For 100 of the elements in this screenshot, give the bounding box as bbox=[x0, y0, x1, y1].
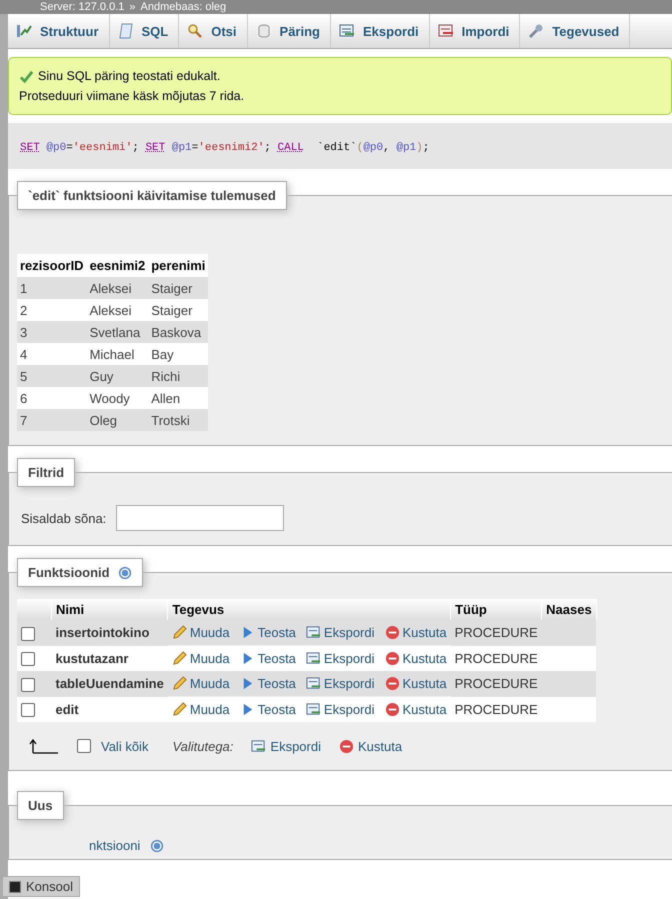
bulk-action-button[interactable]: Kustuta bbox=[338, 738, 402, 754]
action-link[interactable]: Kustuta bbox=[384, 650, 447, 666]
row-checkbox[interactable] bbox=[21, 626, 35, 641]
help-icon[interactable] bbox=[150, 838, 164, 853]
import-icon bbox=[438, 23, 454, 39]
action-link[interactable]: Teosta bbox=[240, 702, 296, 717]
table-cell: 4 bbox=[17, 343, 87, 365]
tab[interactable]: Päring bbox=[248, 14, 331, 48]
action-link[interactable]: Kustuta bbox=[384, 676, 447, 692]
table-cell: 1 bbox=[17, 277, 87, 299]
action-link[interactable]: Ekspordi bbox=[306, 625, 374, 640]
table-cell: PROCEDURE bbox=[450, 671, 542, 697]
action-link[interactable]: Muuda bbox=[172, 702, 230, 717]
table-cell: PROCEDURE bbox=[450, 696, 542, 722]
export-icon bbox=[306, 702, 321, 717]
tab[interactable]: Otsi bbox=[179, 14, 248, 48]
select-all-link[interactable]: Vali kõik bbox=[101, 738, 148, 754]
delete-icon bbox=[384, 702, 400, 717]
bulk-action-button[interactable]: Ekspordi bbox=[251, 738, 321, 754]
tab[interactable]: Ekspordi bbox=[331, 14, 430, 48]
delete-icon bbox=[384, 625, 400, 640]
checkmark-icon bbox=[19, 68, 34, 84]
action-link[interactable]: Teosta bbox=[240, 650, 296, 666]
panel-legend: `edit` funktsiooni käivitamise tulemused bbox=[17, 181, 287, 210]
function-name: kustutazanr bbox=[52, 646, 168, 672]
tab[interactable]: Struktuur bbox=[8, 14, 110, 48]
table-cell: Guy bbox=[86, 365, 148, 387]
database-link[interactable]: Andmebaas: oleg bbox=[140, 0, 226, 14]
function-name: tableUuendamine bbox=[52, 671, 168, 697]
table-cell: Baskova bbox=[148, 321, 208, 343]
structure-icon bbox=[16, 23, 32, 39]
table-cell: 3 bbox=[17, 321, 87, 343]
table-cell: 6 bbox=[17, 387, 87, 409]
panel-legend: Uus bbox=[17, 791, 64, 820]
table-cell: Bay bbox=[148, 343, 208, 365]
export-icon bbox=[306, 625, 321, 640]
table-cell: Allen bbox=[148, 387, 208, 409]
export-icon bbox=[306, 650, 321, 666]
column-header: eesnimi2 bbox=[86, 254, 148, 277]
server-link[interactable]: Server: 127.0.0.1 bbox=[40, 0, 124, 14]
action-link[interactable]: Muuda bbox=[172, 650, 230, 666]
help-icon[interactable] bbox=[118, 566, 132, 580]
table-cell: Richi bbox=[148, 365, 208, 387]
table-cell: Oleg bbox=[86, 409, 148, 431]
action-link[interactable]: Kustuta bbox=[384, 625, 447, 640]
table-cell: 5 bbox=[17, 365, 87, 387]
with-selected-label: Valitutega: bbox=[172, 738, 234, 754]
add-function-link[interactable]: nktsiooni bbox=[89, 838, 140, 854]
table-cell: PROCEDURE bbox=[450, 620, 542, 646]
tab[interactable]: SQL bbox=[110, 14, 180, 48]
tab[interactable]: Tegevused bbox=[520, 14, 630, 48]
column-header: Tüüp bbox=[450, 599, 542, 620]
action-link[interactable]: Ekspordi bbox=[306, 702, 374, 717]
action-link[interactable]: Muuda bbox=[172, 625, 230, 640]
function-name: insertointokino bbox=[52, 620, 168, 646]
success-text: Sinu SQL päring teostati edukalt. bbox=[38, 68, 220, 85]
select-all-checkbox[interactable] bbox=[77, 739, 91, 754]
action-link[interactable]: Ekspordi bbox=[306, 650, 374, 666]
table-cell: Aleksei bbox=[86, 299, 148, 321]
search-icon bbox=[187, 23, 204, 39]
action-link[interactable]: Teosta bbox=[240, 625, 296, 640]
column-header: Nimi bbox=[52, 599, 168, 620]
panel-legend: Filtrid bbox=[17, 458, 76, 487]
function-name: edit bbox=[52, 696, 168, 722]
legend-text: Funktsioonid bbox=[28, 565, 110, 580]
table-cell: PROCEDURE bbox=[450, 646, 542, 672]
column-header: rezisoorID bbox=[17, 254, 87, 277]
row-checkbox[interactable] bbox=[21, 652, 35, 666]
filter-label: Sisaldab sõna: bbox=[21, 510, 106, 526]
delete-icon bbox=[338, 738, 354, 754]
export-icon bbox=[251, 738, 266, 754]
pencil-icon bbox=[172, 650, 187, 666]
export-icon bbox=[306, 676, 321, 692]
pencil-icon bbox=[172, 702, 187, 717]
table-cell: Staiger bbox=[148, 299, 208, 321]
console-icon bbox=[9, 880, 21, 892]
column-header: Tegevus bbox=[168, 599, 451, 620]
action-link[interactable]: Kustuta bbox=[384, 702, 447, 717]
wrench-icon bbox=[528, 23, 544, 39]
breadcrumb-separator: » bbox=[129, 0, 136, 14]
action-link[interactable]: Teosta bbox=[240, 676, 296, 692]
pencil-icon bbox=[172, 625, 187, 640]
affected-rows-text: Protseduuri viimane käsk mõjutas 7 rida. bbox=[19, 88, 246, 105]
filter-input[interactable] bbox=[116, 505, 284, 531]
console-button[interactable]: Konsool bbox=[2, 876, 80, 897]
table-cell: Svetlana bbox=[86, 321, 148, 343]
table-cell: Trotski bbox=[148, 409, 208, 431]
table-cell: Woody bbox=[86, 387, 148, 409]
tab[interactable]: Impordi bbox=[430, 14, 520, 48]
table-cell: 7 bbox=[17, 409, 87, 431]
column-header: perenimi bbox=[148, 254, 208, 277]
action-link[interactable]: Muuda bbox=[172, 676, 230, 692]
row-checkbox[interactable] bbox=[21, 678, 35, 692]
column-header: Naases bbox=[542, 599, 596, 620]
action-link[interactable]: Ekspordi bbox=[306, 676, 374, 692]
export-icon bbox=[339, 23, 355, 39]
sql-query: SET @p0='eesnimi'; SET @p1='eesnimi2'; CALL `edit`(@p0, @p1); bbox=[20, 142, 430, 154]
arrow-icon bbox=[29, 738, 59, 754]
table-cell: Staiger bbox=[148, 277, 208, 299]
row-checkbox[interactable] bbox=[21, 703, 35, 718]
